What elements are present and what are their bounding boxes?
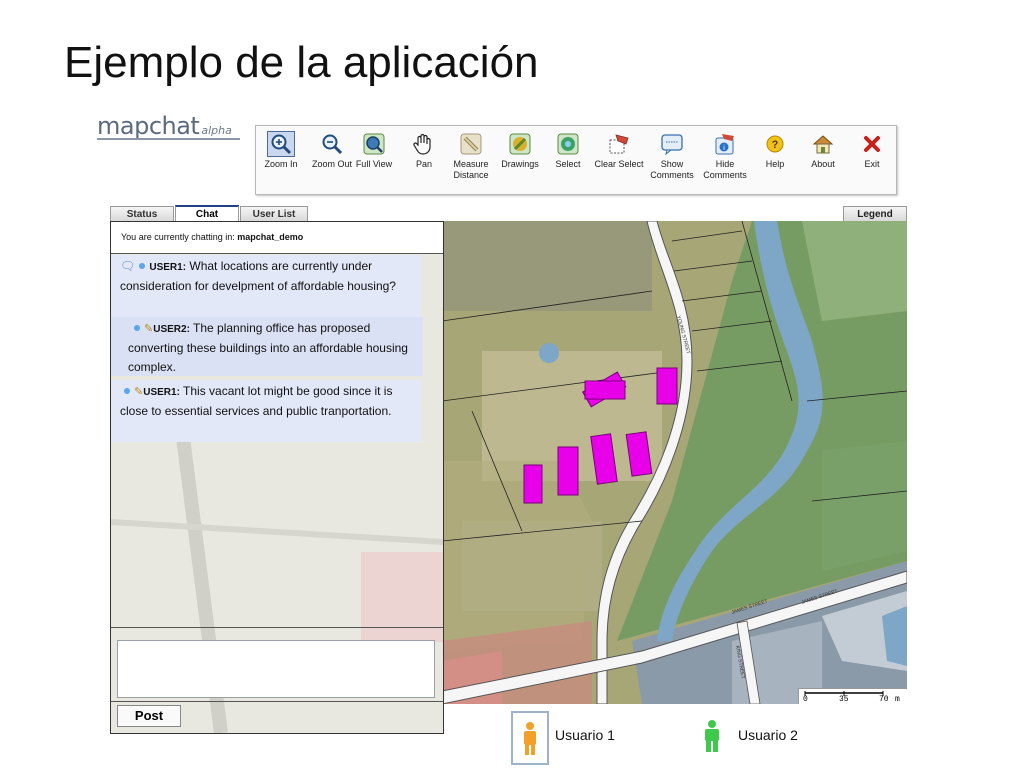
chat-message-input[interactable] [117,640,435,698]
exit-icon [864,136,880,152]
zoom-out-icon [322,134,343,155]
legend-user1-highlight [511,711,549,765]
zoom-in-icon [267,131,295,157]
map-canvas[interactable]: YOUNG STREET JAMES STREET JAMES STREET K… [442,221,907,704]
status-dot-icon [139,263,146,269]
select-label: Select [555,159,581,169]
comment-icon [661,134,683,156]
show-comments-button[interactable]: Show Comments [644,132,700,181]
about-button[interactable]: About [795,132,851,170]
slide-title: Ejemplo de la aplicación [64,38,539,87]
scale-tick-70: 70 [879,695,889,704]
help-label: Help [765,159,785,169]
status-dot-icon [124,388,130,394]
chat-room-prefix: You are currently chatting in: [121,232,238,242]
legend-user2-label: Usuario 2 [738,727,798,743]
post-divider [111,701,443,702]
scale-unit: m [895,695,900,704]
help-icon: ? [766,135,784,153]
speech-bubble-icon: 🗨 [120,259,136,273]
pencil-icon [509,133,531,155]
clear-select-icon [609,134,629,154]
scale-tick-0: 0 [803,695,808,704]
ruler-icon [460,133,482,155]
full-view-icon [363,133,385,155]
chat-message: ✎USER2: The planning office has proposed… [111,317,423,376]
drawings-label: Drawings [501,159,539,169]
post-button[interactable]: Post [117,705,181,727]
legend-user1-label: Usuario 1 [555,727,615,743]
measure-distance-button[interactable]: Measure Distance [443,132,499,181]
hide-comments-label: Hide Comments [703,159,747,180]
chat-panel: You are currently chatting in: mapchat_d… [110,221,444,734]
scale-bar: 0 35 70 m [798,688,907,704]
hand-icon [413,133,431,155]
exit-label: Exit [864,159,880,169]
clear-select-label: Clear Select [594,159,644,169]
chat-message: ✎USER1: This vacant lot might be good si… [111,380,421,442]
chat-message-user: USER2: [153,324,190,335]
chat-room-header: You are currently chatting in: mapchat_d… [111,222,443,254]
map-toolbar: Zoom In Zoom Out Full View Pan Measure D… [255,125,897,195]
about-label: About [811,159,835,169]
exit-button[interactable]: Exit [844,132,900,170]
mapchat-logo: mapchat alpha [97,112,232,140]
scale-tick-35: 35 [839,695,849,704]
chat-message-user: USER1: [143,387,180,398]
person-orange-icon [524,722,536,755]
logo-underline [97,138,240,140]
logo-main-text: mapchat [97,112,200,140]
composer-divider [111,627,443,628]
tab-user-list[interactable]: User List [240,206,308,222]
show-comments-label: Show Comments [650,159,694,180]
status-dot-icon [134,325,140,331]
svg-text:?: ? [772,139,779,151]
panel-tabs: Status Chat User List [110,205,442,224]
zoom-in-button[interactable]: Zoom In [253,131,309,170]
hide-comments-icon: i [715,134,734,155]
chat-room-name: mapchat_demo [237,232,304,242]
map-note-icon: ✎ [144,323,154,335]
select-button[interactable]: Select [540,132,596,170]
map-note-icon: ✎ [134,386,144,398]
clear-select-button[interactable]: Clear Select [591,132,647,170]
person-green-icon [705,720,719,752]
full-view-button[interactable]: Full View [346,132,402,170]
select-icon [557,133,579,155]
hide-comments-button[interactable]: i Hide Comments [697,132,753,181]
logo-sub-text: alpha [201,124,232,137]
map-image: YOUNG STREET JAMES STREET JAMES STREET K… [442,221,907,704]
tab-status[interactable]: Status [110,206,174,222]
measure-distance-label: Measure Distance [453,159,489,180]
chat-message-user: USER1: [149,262,187,273]
zoom-in-label: Zoom In [264,159,298,169]
chat-message: 🗨 USER1: What locations are currently un… [111,255,421,319]
pan-label: Pan [415,159,432,169]
home-icon [812,135,834,154]
full-view-label: Full View [355,159,393,169]
